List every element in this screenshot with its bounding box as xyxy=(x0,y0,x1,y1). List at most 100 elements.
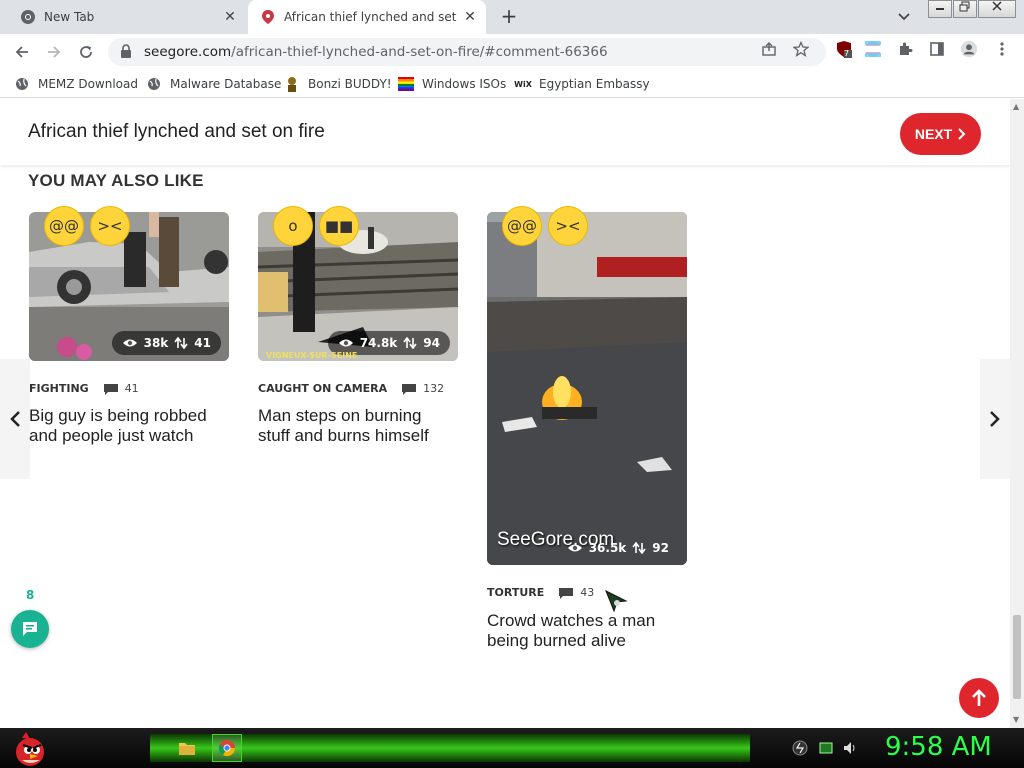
tab-title: African thief lynched and set on fire xyxy=(284,10,460,24)
card-views: 36.5k xyxy=(588,541,627,555)
eye-icon xyxy=(567,544,582,552)
bookmark-label: Malware Database xyxy=(170,77,282,91)
start-button-angry-bird-icon[interactable] xyxy=(8,730,48,766)
tab-article[interactable]: African thief lynched and set on fire ✕ xyxy=(248,0,486,34)
page-viewport: African thief lynched and set on fire NE… xyxy=(0,99,1024,728)
lock-icon xyxy=(120,43,134,62)
card-votes: 92 xyxy=(652,541,669,555)
comment-icon xyxy=(559,587,574,599)
back-to-top-button[interactable] xyxy=(959,678,999,718)
profile-avatar-icon[interactable] xyxy=(960,40,978,58)
side-panel-icon[interactable] xyxy=(928,40,946,58)
related-card[interactable]: SeeGore.com 36.5k 92 @@ >< TORTURE 43 Cr… xyxy=(487,206,687,650)
bookmark-label: MEMZ Download xyxy=(38,77,138,91)
url-host: seegore.com xyxy=(144,44,232,60)
carousel-prev-button[interactable] xyxy=(0,359,30,479)
arrow-up-icon xyxy=(972,689,986,706)
rainbow-flag-icon xyxy=(398,76,414,92)
sunglasses-emoji-icon: ■■ xyxy=(319,206,359,246)
taskbar-clock[interactable]: 9:58 AM xyxy=(885,732,992,762)
thumbnail-watermark: VIGNEUX-SUR-SEINE xyxy=(266,351,358,360)
card-meta: TORTURE 43 xyxy=(487,586,594,599)
url-text: seegore.com/african-thief-lynched-and-se… xyxy=(144,44,608,60)
dizzy-emoji-icon: @@ xyxy=(44,206,84,246)
related-card[interactable]: 38k 41 @@ >< FIGHTING 41 Big guy is bein… xyxy=(29,206,229,445)
tray-network-icon[interactable] xyxy=(792,740,808,756)
menu-kebab-icon[interactable] xyxy=(993,40,1011,58)
globe-icon xyxy=(14,76,30,92)
browser-toolbar: seegore.com/african-thief-lynched-and-se… xyxy=(0,34,1024,70)
address-bar[interactable]: seegore.com/african-thief-lynched-and-se… xyxy=(108,38,826,66)
scroll-up-arrow-icon[interactable]: ▲ xyxy=(1013,102,1019,111)
bookmark-malware-database[interactable]: Malware Database xyxy=(146,75,281,93)
bookmark-label: Egyptian Embassy xyxy=(539,77,650,91)
flag-extension-icon[interactable] xyxy=(864,40,882,58)
card-votes: 94 xyxy=(423,336,440,350)
bookmark-memz[interactable]: MEMZ Download xyxy=(14,75,138,93)
related-card[interactable]: 74.8k 94 VIGNEUX-SUR-SEINE o ■■ CAUGHT O… xyxy=(258,206,458,445)
card-meta: CAUGHT ON CAMERA 132 xyxy=(258,382,444,395)
ublock-badge: 7 xyxy=(844,49,850,58)
next-button[interactable]: NEXT xyxy=(900,113,981,155)
forward-button[interactable] xyxy=(42,40,66,64)
comment-icon xyxy=(103,383,118,395)
card-thumbnail[interactable]: SeeGore.com 36.5k 92 xyxy=(487,212,687,565)
extensions-puzzle-icon[interactable] xyxy=(896,40,914,58)
restore-button[interactable] xyxy=(953,0,977,18)
page-scrollbar[interactable]: ▲ ▼ xyxy=(1010,99,1024,728)
taskbar-file-explorer-icon[interactable] xyxy=(172,734,202,762)
vote-arrows-icon xyxy=(174,337,188,349)
taskbar-chrome-icon[interactable] xyxy=(212,734,242,762)
tab-new-tab[interactable]: New Tab ✕ xyxy=(8,0,246,34)
card-views: 74.8k xyxy=(359,336,398,350)
card-stats: 38k 41 xyxy=(111,331,221,355)
vote-arrows-icon xyxy=(632,542,646,554)
bookmark-star-icon[interactable] xyxy=(792,40,810,58)
scroll-down-arrow-icon[interactable]: ▼ xyxy=(1013,715,1019,724)
card-category[interactable]: CAUGHT ON CAMERA xyxy=(258,382,387,395)
close-window-button[interactable] xyxy=(978,0,1016,18)
carousel-next-button[interactable] xyxy=(980,359,1010,479)
dizzy-emoji-icon: @@ xyxy=(502,206,542,246)
card-title[interactable]: Crowd watches a man being burned alive xyxy=(487,611,687,651)
scrollbar-thumb[interactable] xyxy=(1013,615,1021,699)
squinting-emoji-icon: >< xyxy=(548,206,588,246)
next-label: NEXT xyxy=(914,126,953,142)
back-button[interactable] xyxy=(10,40,34,64)
chat-button[interactable] xyxy=(11,610,49,648)
ublock-icon[interactable]: 7 xyxy=(834,40,854,58)
bookmark-label: Bonzi BUDDY! xyxy=(308,77,392,91)
tab-search-chevron-icon[interactable] xyxy=(895,8,913,26)
reload-button[interactable] xyxy=(74,40,98,64)
card-category[interactable]: TORTURE xyxy=(487,586,544,599)
bookmark-bonzi-buddy[interactable]: Bonzi BUDDY! xyxy=(284,75,392,93)
eye-icon xyxy=(122,339,137,347)
bookmark-label: Windows ISOs xyxy=(422,77,507,91)
new-tab-button[interactable]: + xyxy=(498,6,520,28)
bookmark-egyptian-embassy[interactable]: WiX Egyptian Embassy xyxy=(514,75,650,93)
share-icon[interactable] xyxy=(760,40,778,58)
tab-close-button[interactable]: ✕ xyxy=(460,7,480,27)
wix-icon: WiX xyxy=(514,79,532,89)
tab-close-button[interactable]: ✕ xyxy=(220,7,240,27)
article-title: African thief lynched and set on fire xyxy=(28,121,325,142)
card-category[interactable]: FIGHTING xyxy=(29,382,89,395)
card-thumbnail-image xyxy=(487,212,687,565)
tray-battery-icon[interactable] xyxy=(818,740,834,756)
seegore-favicon-icon xyxy=(260,9,276,25)
os-taskbar: 9:58 AM xyxy=(0,728,1024,768)
squinting-emoji-icon: >< xyxy=(90,206,130,246)
card-meta: FIGHTING 41 xyxy=(29,382,139,395)
bookmark-windows-isos[interactable]: Windows ISOs xyxy=(398,75,506,93)
bookmarks-bar: MEMZ Download Malware Database Bonzi BUD… xyxy=(0,70,1024,98)
globe-icon xyxy=(146,76,162,92)
chat-bubble-icon xyxy=(23,622,37,636)
minimize-button[interactable] xyxy=(928,0,952,18)
card-comment-count: 41 xyxy=(124,382,139,395)
card-title[interactable]: Man steps on burning stuff and burns him… xyxy=(258,406,458,446)
shocked-emoji-icon: o xyxy=(273,206,313,246)
comment-icon xyxy=(402,383,417,395)
card-title[interactable]: Big guy is being robbed and people just … xyxy=(29,406,229,446)
section-heading: YOU MAY ALSO LIKE xyxy=(28,171,204,190)
tray-volume-icon[interactable] xyxy=(842,740,858,756)
